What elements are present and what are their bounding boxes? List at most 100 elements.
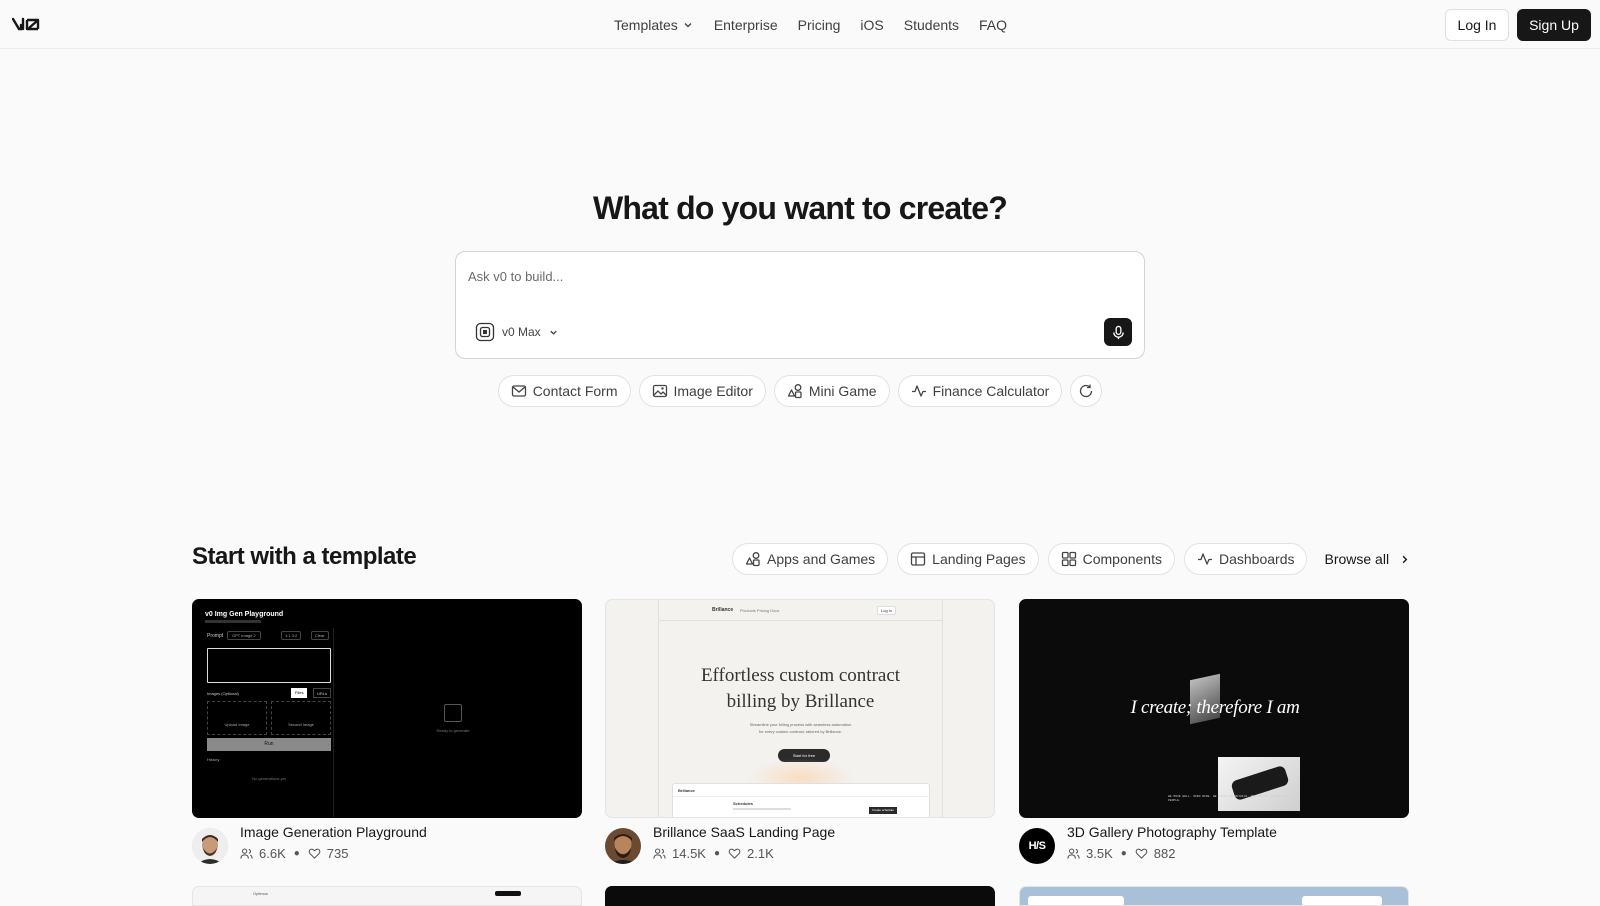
filter-landing-pages[interactable]: Landing Pages	[897, 543, 1039, 575]
preview-nav-links: Products Pricing Docs	[740, 608, 780, 613]
preview-headline: Effortless custom contract billing by Br…	[658, 663, 943, 715]
preview-sub-line-2: for every custom contract, tailored by B…	[758, 729, 843, 734]
filter-label: Dashboards	[1218, 551, 1295, 567]
templates-section-title: Start with a template	[192, 543, 417, 570]
suggestion-mini-game[interactable]: Mini Game	[773, 375, 890, 407]
preview-cta	[495, 891, 521, 896]
preview-header-line	[658, 620, 943, 621]
browse-all-label: Browse all	[1324, 551, 1390, 567]
template-filters: Apps and Games Landing Pages Components …	[732, 543, 1410, 575]
preview-brand: Brillance	[712, 607, 734, 613]
preview-panel-title: Schedules	[733, 801, 754, 806]
separator-dot: ●	[293, 848, 300, 859]
card-meta: H/S 3D Gallery Photography Template 3.5K…	[1019, 818, 1409, 866]
template-thumbnail[interactable]: v0 Img Gen Playground Prompt GPT Image 2…	[192, 599, 582, 818]
template-thumbnail[interactable]: I create; therefore I am WE MOVE WELL. O…	[1019, 599, 1409, 818]
chevron-down-icon	[549, 330, 557, 335]
filter-label: Components	[1082, 551, 1162, 567]
preview-panel-button: Create schedule	[869, 807, 897, 814]
likes-count: 882	[1153, 846, 1176, 861]
template-card-brillance[interactable]: Brillance Products Pricing Docs Log in E…	[605, 599, 995, 866]
nav-students[interactable]: Students	[894, 17, 969, 33]
template-card-optimus[interactable]: Optimus	[192, 886, 582, 906]
grid-icon	[1061, 551, 1076, 567]
preview-clear-button: Clear	[311, 631, 329, 640]
suggestion-finance-calculator[interactable]: Finance Calculator	[897, 375, 1063, 407]
preview-panel-brand: Brillance	[678, 788, 695, 793]
nav-templates[interactable]: Templates	[604, 17, 704, 33]
preview-headline: I create; therefore I am	[1130, 697, 1300, 718]
preview-panel-divider	[673, 796, 931, 797]
suggestion-label: Image Editor	[673, 383, 753, 399]
preview-prompt-textarea	[207, 648, 331, 683]
preview-no-generations: No generations yet	[252, 776, 286, 781]
preview-upload-box-b: Second Image	[271, 701, 331, 735]
model-selector[interactable]: v0 Max	[475, 322, 559, 342]
avatar-person-icon	[192, 828, 228, 864]
preview-ratio-select: 1:1 3:2	[281, 631, 302, 640]
template-card-3d-gallery[interactable]: I create; therefore I am WE MOVE WELL. O…	[1019, 599, 1409, 866]
signup-button[interactable]: Sign Up	[1517, 9, 1591, 41]
v0-logo[interactable]	[12, 15, 42, 33]
model-label: v0 Max	[502, 325, 541, 339]
preview-sub-line-1: Streamline your billing process with sea…	[749, 722, 852, 727]
activity-icon	[911, 385, 926, 397]
template-card-blue[interactable]	[1019, 886, 1409, 906]
avatar: H/S	[1019, 828, 1055, 864]
login-button[interactable]: Log In	[1445, 9, 1509, 41]
preview-model-select: GPT Image 2	[227, 631, 261, 640]
chevron-right-icon	[1402, 555, 1408, 563]
card-title[interactable]: Brillance SaaS Landing Page	[653, 824, 835, 840]
likes-count: 735	[326, 846, 349, 861]
mail-icon	[511, 385, 526, 397]
prompt-input[interactable]	[468, 264, 1108, 288]
card-stats: 6.6K ● 735	[240, 846, 349, 861]
main-nav: Templates Enterprise Pricing iOS Student…	[604, 0, 1017, 49]
image-icon	[652, 384, 667, 398]
card-title[interactable]: 3D Gallery Photography Template	[1067, 824, 1277, 840]
suggestion-contact-form[interactable]: Contact Form	[497, 375, 631, 407]
nav-templates-label: Templates	[614, 16, 678, 33]
preview-placeholder-icon	[444, 704, 462, 722]
nav-enterprise[interactable]: Enterprise	[704, 17, 788, 33]
preview-run-button: Run	[207, 738, 331, 751]
preview-upload-box-a: Upload Image	[207, 701, 267, 735]
layout-icon	[911, 552, 926, 566]
refresh-suggestions-button[interactable]	[1070, 375, 1103, 407]
shapes-icon	[745, 552, 760, 567]
users-icon	[653, 848, 666, 859]
browse-all-link[interactable]: Browse all	[1316, 551, 1410, 567]
nav-faq[interactable]: FAQ	[969, 17, 1017, 33]
template-card-image-generation[interactable]: v0 Img Gen Playground Prompt GPT Image 2…	[192, 599, 582, 866]
preview-prompt-label: Prompt	[207, 633, 224, 639]
card-meta: Brillance SaaS Landing Page 14.5K ● 2.1K	[605, 818, 995, 866]
shapes-icon	[787, 384, 802, 399]
preview-login-button: Log in	[877, 606, 896, 615]
card-stats: 3.5K ● 882	[1067, 846, 1176, 861]
suggestion-image-editor[interactable]: Image Editor	[638, 375, 766, 407]
preview-subtitle-bar	[205, 620, 261, 623]
avatar	[192, 828, 228, 864]
filter-label: Landing Pages	[932, 551, 1026, 567]
separator-dot: ●	[1120, 848, 1127, 859]
avatar-initials: H/S	[1028, 840, 1046, 852]
preview-urls-tab: URLs	[313, 688, 332, 698]
preview-subheadline: Streamline your billing process with sea…	[658, 721, 943, 735]
filter-dashboards[interactable]: Dashboards	[1183, 543, 1308, 575]
preview-heading: v0 Img Gen Playground	[205, 611, 284, 618]
template-thumbnail[interactable]: Brillance Products Pricing Docs Log in E…	[605, 599, 995, 818]
chevron-down-icon	[684, 22, 692, 27]
heart-icon	[308, 848, 321, 859]
microphone-button[interactable]	[1104, 318, 1132, 346]
views-count: 3.5K	[1086, 846, 1113, 861]
template-card-dark[interactable]	[605, 886, 995, 906]
likes-count: 2.1K	[747, 846, 774, 861]
nav-ios[interactable]: iOS	[850, 17, 893, 33]
preview-history-label: History	[207, 757, 220, 762]
heart-icon	[1135, 848, 1148, 859]
card-title[interactable]: Image Generation Playground	[240, 824, 427, 840]
filter-apps-and-games[interactable]: Apps and Games	[732, 543, 889, 575]
nav-pricing[interactable]: Pricing	[788, 17, 851, 33]
filter-components[interactable]: Components	[1047, 543, 1175, 575]
views-count: 6.6K	[259, 846, 286, 861]
